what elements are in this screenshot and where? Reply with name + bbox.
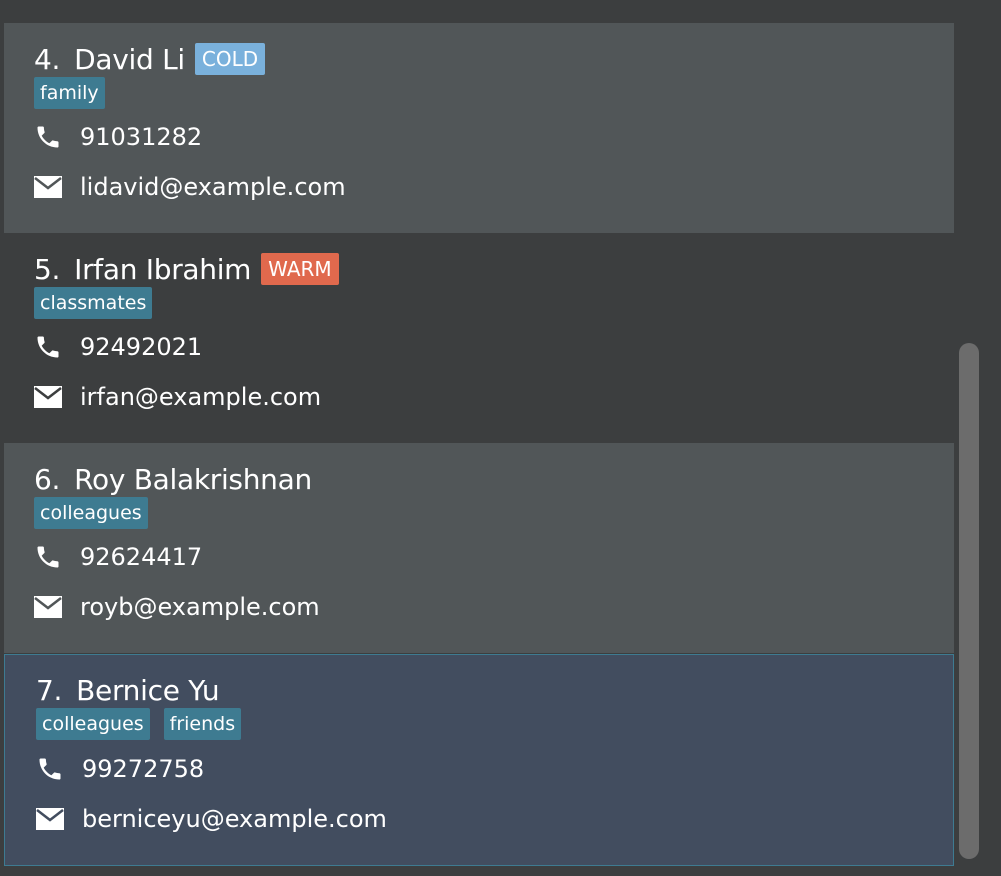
contact-name: Bernice Yu bbox=[76, 673, 220, 707]
contact-index: 6. bbox=[34, 462, 61, 496]
tag-list: family bbox=[34, 77, 105, 109]
email-icon bbox=[32, 591, 64, 623]
phone-row: 92492021 bbox=[32, 331, 202, 363]
phone-icon bbox=[32, 331, 64, 363]
phone-icon bbox=[34, 753, 66, 785]
phone-number: 92492021 bbox=[80, 333, 203, 361]
contact-name: Irfan Ibrahim bbox=[74, 252, 252, 286]
contact-name-row: 6. Roy Balakrishnan bbox=[34, 459, 312, 499]
email-row: lidavid@example.com bbox=[32, 171, 346, 203]
email-address: royb@example.com bbox=[80, 593, 320, 621]
phone-icon bbox=[32, 121, 64, 153]
tag: family bbox=[34, 77, 105, 109]
phone-number: 92624417 bbox=[80, 543, 203, 571]
contact-name: Roy Balakrishnan bbox=[74, 462, 312, 496]
contact-index: 7. bbox=[36, 673, 63, 707]
tag: classmates bbox=[34, 287, 153, 319]
phone-row: 99272758 bbox=[34, 753, 204, 785]
contact-card-selected[interactable]: 7. Bernice Yu colleagues friends 9927275… bbox=[4, 654, 954, 866]
contact-index: 4. bbox=[34, 42, 61, 76]
tag: colleagues bbox=[36, 708, 150, 740]
email-row: royb@example.com bbox=[32, 591, 320, 623]
phone-number: 91031282 bbox=[80, 123, 203, 151]
tag: friends bbox=[163, 708, 242, 740]
contact-card[interactable]: 5. Irfan Ibrahim WARM classmates 9249202… bbox=[4, 233, 954, 443]
email-icon bbox=[32, 171, 64, 203]
phone-number: 99272758 bbox=[82, 755, 205, 783]
email-row: irfan@example.com bbox=[32, 381, 321, 413]
email-row: berniceyu@example.com bbox=[34, 803, 387, 835]
status-badge: WARM bbox=[261, 253, 339, 285]
tag-list: classmates bbox=[34, 287, 153, 319]
scrollbar-thumb[interactable] bbox=[959, 343, 979, 859]
contact-card-partial[interactable] bbox=[4, 0, 954, 23]
contact-card[interactable]: 4. David Li COLD family 91031282 lidavid… bbox=[4, 23, 954, 233]
status-badge: COLD bbox=[194, 43, 266, 75]
contact-name: David Li bbox=[74, 42, 185, 76]
phone-icon bbox=[32, 541, 64, 573]
contact-name-row: 5. Irfan Ibrahim WARM bbox=[34, 249, 339, 289]
tag-list: colleagues bbox=[34, 497, 148, 529]
email-icon bbox=[34, 803, 66, 835]
tag: colleagues bbox=[34, 497, 148, 529]
contact-card[interactable]: 6. Roy Balakrishnan colleagues 92624417 … bbox=[4, 443, 954, 653]
email-address: berniceyu@example.com bbox=[82, 805, 387, 833]
contact-list[interactable]: 4. David Li COLD family 91031282 lidavid… bbox=[0, 0, 957, 876]
contact-index: 5. bbox=[34, 252, 61, 286]
phone-row: 91031282 bbox=[32, 121, 202, 153]
tag-list: colleagues friends bbox=[36, 708, 242, 740]
contact-name-row: 7. Bernice Yu bbox=[36, 670, 220, 710]
email-icon bbox=[32, 381, 64, 413]
phone-row: 92624417 bbox=[32, 541, 202, 573]
email-address: lidavid@example.com bbox=[80, 173, 346, 201]
contact-name-row: 4. David Li COLD bbox=[34, 39, 266, 79]
email-address: irfan@example.com bbox=[80, 383, 322, 411]
